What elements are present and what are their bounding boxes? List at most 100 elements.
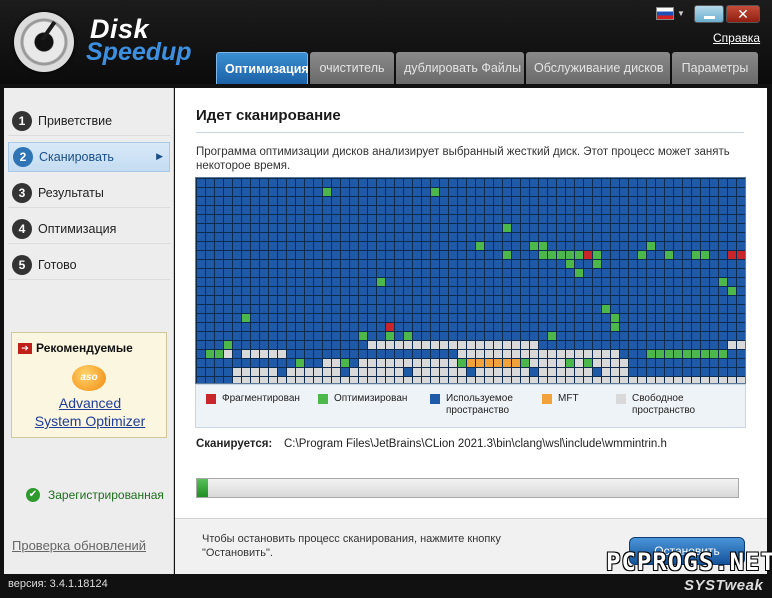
cluster-cell xyxy=(422,206,430,214)
cluster-cell xyxy=(332,233,340,241)
cluster-cell xyxy=(206,368,214,376)
cluster-cell xyxy=(350,224,358,232)
minimize-button[interactable] xyxy=(694,5,724,23)
step-optimization[interactable]: 4 Оптимизация xyxy=(8,214,170,244)
help-link[interactable]: Справка xyxy=(713,31,760,45)
cluster-cell xyxy=(350,314,358,322)
tab-optimization[interactable]: Оптимизация xyxy=(216,52,309,84)
cluster-cell xyxy=(440,350,448,358)
cluster-cell xyxy=(215,224,223,232)
cluster-cell xyxy=(692,323,700,331)
cluster-cell xyxy=(404,251,412,259)
cluster-cell xyxy=(422,296,430,304)
cluster-cell xyxy=(197,323,205,331)
step-done[interactable]: 5 Готово xyxy=(8,250,170,280)
cluster-cell xyxy=(593,188,601,196)
cluster-cell xyxy=(719,341,727,349)
cluster-cell xyxy=(368,242,376,250)
cluster-cell xyxy=(341,269,349,277)
divider xyxy=(196,132,744,133)
cluster-cell xyxy=(467,314,475,322)
language-flag-icon[interactable] xyxy=(656,7,674,20)
cluster-cell xyxy=(224,242,232,250)
cluster-cell xyxy=(683,251,691,259)
aso-product-link[interactable]: System Optimizer xyxy=(12,413,168,429)
cluster-cell xyxy=(494,332,502,340)
cluster-cell xyxy=(512,377,520,383)
cluster-cell xyxy=(404,233,412,241)
cluster-cell xyxy=(539,197,547,205)
cluster-cell xyxy=(593,359,601,367)
cluster-cell xyxy=(449,224,457,232)
cluster-cell xyxy=(287,179,295,187)
cluster-cell xyxy=(494,305,502,313)
tab-cleaner[interactable]: очиститель xyxy=(310,52,394,84)
cluster-cell xyxy=(476,179,484,187)
cluster-cell xyxy=(305,323,313,331)
cluster-cell xyxy=(224,359,232,367)
cluster-cell xyxy=(215,206,223,214)
language-dropdown-arrow-icon[interactable]: ▼ xyxy=(677,9,685,18)
tab-disk-maintenance[interactable]: Обслуживание дисков xyxy=(526,52,670,84)
cluster-cell xyxy=(260,269,268,277)
cluster-cell xyxy=(557,287,565,295)
cluster-cell xyxy=(674,278,682,286)
cluster-cell xyxy=(467,179,475,187)
cluster-cell xyxy=(584,368,592,376)
cluster-cell xyxy=(512,233,520,241)
recommended-title: Рекомендуемые xyxy=(36,341,133,355)
cluster-cell xyxy=(242,251,250,259)
cluster-cell xyxy=(503,206,511,214)
cluster-cell xyxy=(359,179,367,187)
cluster-cell xyxy=(602,305,610,313)
cluster-cell xyxy=(656,260,664,268)
cluster-cell xyxy=(620,305,628,313)
cluster-cell xyxy=(215,377,223,383)
cluster-cell xyxy=(530,341,538,349)
cluster-cell xyxy=(530,224,538,232)
cluster-cell xyxy=(647,242,655,250)
check-updates-link[interactable]: Проверка обновлений xyxy=(12,538,146,553)
cluster-cell xyxy=(341,242,349,250)
cluster-cell xyxy=(476,323,484,331)
cluster-cell xyxy=(611,269,619,277)
cluster-cell xyxy=(710,269,718,277)
step-scan[interactable]: 2 Сканировать ▶ xyxy=(8,142,170,172)
tab-settings[interactable]: Параметры xyxy=(672,52,758,84)
cluster-cell xyxy=(503,215,511,223)
cluster-cell xyxy=(557,323,565,331)
cluster-cell xyxy=(728,314,736,322)
cluster-cell xyxy=(305,251,313,259)
cluster-cell xyxy=(494,179,502,187)
cluster-cell xyxy=(656,188,664,196)
step-welcome[interactable]: 1 Приветствие xyxy=(8,106,170,136)
cluster-cell xyxy=(251,197,259,205)
cluster-cell xyxy=(629,269,637,277)
cluster-cell xyxy=(593,179,601,187)
cluster-cell xyxy=(521,296,529,304)
cluster-cell xyxy=(287,215,295,223)
tab-duplicate-files[interactable]: дублировать Файлы xyxy=(396,52,524,84)
cluster-cell xyxy=(656,368,664,376)
cluster-cell xyxy=(584,197,592,205)
cluster-cell xyxy=(386,359,394,367)
cluster-cell xyxy=(323,260,331,268)
cluster-cell xyxy=(638,197,646,205)
cluster-cell xyxy=(557,215,565,223)
cluster-cell xyxy=(701,224,709,232)
aso-product-link[interactable]: Advanced xyxy=(12,395,168,411)
cluster-cell xyxy=(602,179,610,187)
cluster-cell xyxy=(341,179,349,187)
aso-logo-icon[interactable]: aso xyxy=(72,365,106,391)
cluster-cell xyxy=(368,278,376,286)
cluster-cell xyxy=(413,179,421,187)
cluster-cell xyxy=(269,287,277,295)
cluster-cell xyxy=(638,305,646,313)
step-results[interactable]: 3 Результаты xyxy=(8,178,170,208)
systweak-brand: SYSTweak xyxy=(684,577,764,594)
cluster-cell xyxy=(575,251,583,259)
cluster-cell xyxy=(584,359,592,367)
cluster-cell xyxy=(368,296,376,304)
cluster-cell xyxy=(665,305,673,313)
close-button[interactable]: ✕ xyxy=(726,5,760,23)
